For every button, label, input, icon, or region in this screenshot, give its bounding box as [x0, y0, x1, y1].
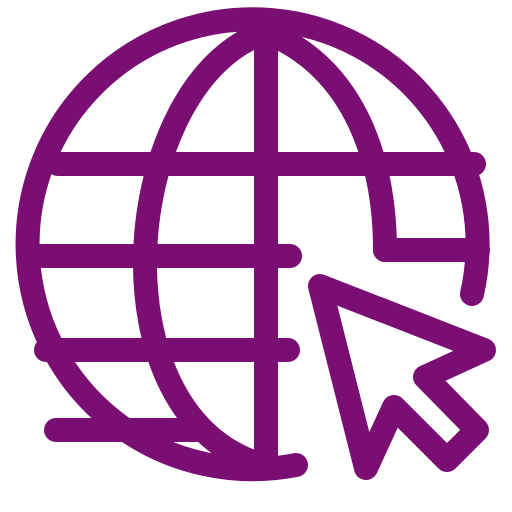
icon-canvas	[0, 0, 512, 512]
globe-meridian-right	[254, 20, 397, 262]
globe-with-cursor-icon	[15, 7, 496, 482]
cursor-arrow-icon	[308, 274, 496, 480]
